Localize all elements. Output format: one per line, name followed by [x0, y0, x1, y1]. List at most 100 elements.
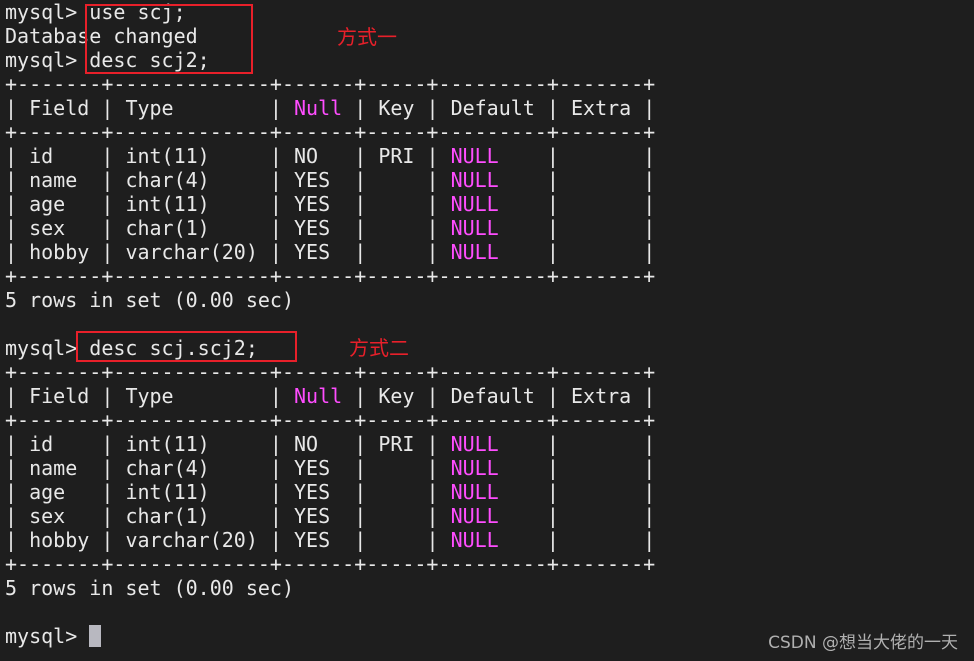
table-2-row-cell: hobby	[29, 528, 90, 552]
table-2-row-cell: NULL	[450, 432, 535, 456]
table-2-border-mid: +-------+-------------+------+-----+----…	[5, 408, 656, 432]
table-1-row-cell: varchar(20)	[125, 240, 258, 264]
table-1-border-top: +-------+-------------+------+-----+----…	[5, 72, 656, 96]
table-1-row-cell: NULL	[450, 144, 535, 168]
prompt: mysql>	[5, 0, 90, 24]
terminal-output: mysql> use scj; Database changed mysql> de…	[5, 0, 655, 648]
table-1-row-cell	[378, 216, 414, 240]
table-1-header-cell: Key	[378, 96, 415, 120]
table-2-header-row: | Field | Type | Null | Key | Default | …	[5, 384, 656, 408]
table-2-table-row: | age | int(11) | YES | | NULL | |	[5, 480, 656, 504]
table-1-row-cell	[571, 144, 631, 168]
table-1-table-row: | id | int(11) | NO | PRI | NULL | |	[5, 144, 656, 168]
table-2-table-row: | hobby | varchar(20) | YES | | NULL | |	[5, 528, 656, 552]
table-2-row-cell	[571, 504, 631, 528]
active-prompt-line: mysql>	[5, 624, 655, 648]
table-1-header-cell: Type	[125, 96, 258, 120]
annotation-method-2: 方式二	[349, 336, 409, 360]
table-1-row-cell: YES	[294, 240, 343, 264]
table-1-border-bottom: +-------+-------------+------+-----+----…	[5, 264, 656, 288]
table-1-table-row: | hobby | varchar(20) | YES | | NULL | |	[5, 240, 656, 264]
table-2-row-cell: NULL	[450, 480, 535, 504]
table-1-row-cell	[378, 240, 414, 264]
table-2-table-row: | id | int(11) | NO | PRI | NULL | |	[5, 432, 656, 456]
table-1-row-cell: age	[29, 192, 90, 216]
table-2-row-cell	[378, 480, 414, 504]
table-2-row-cell: NULL	[450, 528, 535, 552]
table-2-row-cell	[378, 504, 414, 528]
prompt: mysql>	[5, 48, 90, 72]
table-1-header-cell: Null	[294, 96, 343, 120]
table-1-table-row: | name | char(4) | YES | | NULL | |	[5, 168, 656, 192]
result-summary-2: 5 rows in set (0.00 sec)	[5, 576, 294, 600]
table-1-row-cell: YES	[294, 216, 343, 240]
table-2-row-cell: YES	[294, 504, 343, 528]
table-2-row-cell	[571, 456, 631, 480]
table-2-row-cell: int(11)	[125, 432, 258, 456]
table-1-row-cell	[571, 240, 631, 264]
table-2-header-cell: Default	[450, 384, 535, 408]
table-1-header-cell: Extra	[570, 96, 632, 120]
table-1-header-row: | Field | Type | Null | Key | Default | …	[5, 96, 656, 120]
table-1-row-cell: name	[29, 168, 90, 192]
prompt: mysql>	[5, 624, 90, 648]
table-2-row-cell	[571, 432, 631, 456]
table-1-row-cell: id	[29, 144, 90, 168]
highlight-box-method-2	[76, 331, 297, 362]
table-2-row-cell: char(1)	[125, 504, 258, 528]
table-2-row-cell	[378, 456, 414, 480]
table-1-row-cell: char(4)	[125, 168, 258, 192]
table-2-header-cell: Field	[29, 384, 90, 408]
table-2-row-cell: name	[29, 456, 90, 480]
table-1-row-cell: hobby	[29, 240, 90, 264]
table-1-table-row: | sex | char(1) | YES | | NULL | |	[5, 216, 656, 240]
result-summary-1: 5 rows in set (0.00 sec)	[5, 288, 294, 312]
table-2-row-cell: YES	[294, 528, 343, 552]
table-1-row-cell: NULL	[450, 168, 535, 192]
table-2-row-cell: NULL	[450, 456, 535, 480]
table-1-row-cell: YES	[294, 192, 343, 216]
table-2-row-cell: int(11)	[125, 480, 258, 504]
table-1-row-cell: NO	[294, 144, 343, 168]
watermark: CSDN @想当大佬的一天	[768, 633, 958, 653]
table-1-row-cell: YES	[294, 168, 343, 192]
table-2-row-cell: id	[29, 432, 90, 456]
table-1-row-cell	[378, 192, 414, 216]
table-2-row-cell	[571, 480, 631, 504]
table-1-border-mid: +-------+-------------+------+-----+----…	[5, 120, 656, 144]
table-1-row-cell: char(1)	[125, 216, 258, 240]
table-2-header-cell: Key	[378, 384, 415, 408]
table-1-row-cell: NULL	[450, 192, 535, 216]
highlight-box-method-1	[85, 4, 253, 74]
table-1-row-cell	[378, 168, 414, 192]
table-2-border-top: +-------+-------------+------+-----+----…	[5, 360, 656, 384]
table-2-header-cell: Null	[294, 384, 343, 408]
table-2-row-cell: char(4)	[125, 456, 258, 480]
table-2-row-cell: sex	[29, 504, 90, 528]
table-2-row-cell: YES	[294, 480, 343, 504]
table-2-row-cell: NO	[294, 432, 343, 456]
table-2-row-cell: varchar(20)	[125, 528, 258, 552]
table-1-row-cell: sex	[29, 216, 90, 240]
text-cursor[interactable]	[89, 625, 102, 647]
table-2-border-bottom: +-------+-------------+------+-----+----…	[5, 552, 656, 576]
table-1-row-cell: int(11)	[125, 192, 258, 216]
table-1-row-cell: NULL	[450, 240, 535, 264]
table-1-table-row: | age | int(11) | YES | | NULL | |	[5, 192, 656, 216]
table-2-row-cell: PRI	[378, 432, 415, 456]
table-1-row-cell	[571, 216, 631, 240]
table-2-row-cell: age	[29, 480, 90, 504]
table-2-header-cell: Extra	[570, 384, 632, 408]
table-1-header-cell: Default	[450, 96, 535, 120]
table-2-row-cell: YES	[294, 456, 343, 480]
table-1-row-cell: int(11)	[125, 144, 258, 168]
table-2-header-cell: Type	[125, 384, 258, 408]
table-1-row-cell	[571, 168, 631, 192]
table-1-row-cell: NULL	[450, 216, 535, 240]
annotation-method-1: 方式一	[337, 25, 397, 49]
table-2-row-cell	[378, 528, 414, 552]
table-2-row-cell: NULL	[450, 504, 535, 528]
table-1-row-cell	[571, 192, 631, 216]
table-2-table-row: | name | char(4) | YES | | NULL | |	[5, 456, 656, 480]
